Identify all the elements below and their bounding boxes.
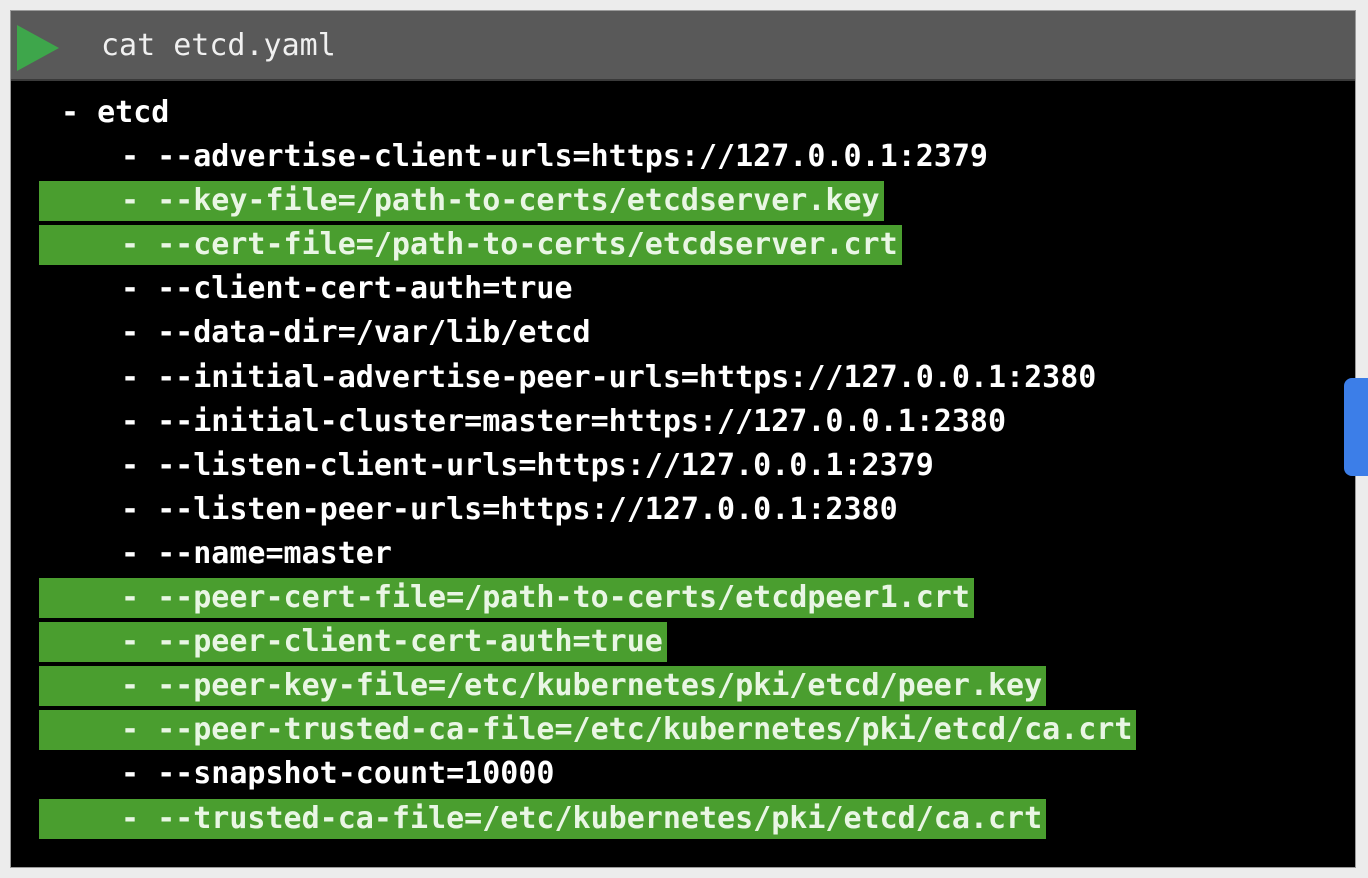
code-line: - --peer-client-cert-auth=true [11,620,1355,664]
code-line-text: - --snapshot-count=10000 [121,756,555,792]
code-line-text: - --peer-trusted-ca-file=/etc/kubernetes… [121,712,1133,748]
code-line-text: - --key-file=/path-to-certs/etcdserver.k… [121,183,880,219]
yaml-output: - etcd - --advertise-client-urls=https://… [11,91,1355,841]
code-line: - --initial-advertise-peer-urls=https://… [11,356,1355,400]
code-line: - --name=master [11,532,1355,576]
code-line: - --peer-trusted-ca-file=/etc/kubernetes… [11,708,1355,752]
code-line: - --client-cert-auth=true [11,267,1355,311]
code-line-text: - --peer-cert-file=/path-to-certs/etcdpe… [121,580,970,616]
code-line: - --listen-peer-urls=https://127.0.0.1:2… [11,488,1355,532]
code-line-text: - --peer-client-cert-auth=true [121,624,663,660]
code-line: - --key-file=/path-to-certs/etcdserver.k… [11,179,1355,223]
code-line: - etcd [11,91,1355,135]
play-icon [17,25,59,71]
code-line: - --listen-client-urls=https://127.0.0.1… [11,444,1355,488]
code-line-text: - --advertise-client-urls=https://127.0.… [121,139,988,175]
code-line: - --data-dir=/var/lib/etcd [11,311,1355,355]
code-line-text: - --cert-file=/path-to-certs/etcdserver.… [121,227,898,263]
code-line-text: - --name=master [121,535,392,571]
code-line: - --snapshot-count=10000 [11,752,1355,796]
code-line-text: - --data-dir=/var/lib/etcd [121,315,591,351]
code-line-text: - --listen-peer-urls=https://127.0.0.1:2… [121,491,898,527]
code-line: - --initial-cluster=master=https://127.0… [11,400,1355,444]
code-line: - --advertise-client-urls=https://127.0.… [11,135,1355,179]
code-line-text: - --initial-cluster=master=https://127.0… [121,403,1007,439]
side-tab-button[interactable] [1344,378,1368,476]
code-line: - --trusted-ca-file=/etc/kubernetes/pki/… [11,797,1355,841]
terminal-window: cat etcd.yaml - etcd - --advertise-client… [10,10,1356,868]
command-text: cat etcd.yaml [101,28,336,63]
code-line: - --cert-file=/path-to-certs/etcdserver.… [11,223,1355,267]
code-line-text: - --client-cert-auth=true [121,271,573,307]
code-line: - --peer-key-file=/etc/kubernetes/pki/et… [11,664,1355,708]
command-bar: cat etcd.yaml [11,11,1355,81]
code-line-text: - --peer-key-file=/etc/kubernetes/pki/et… [121,668,1043,704]
code-line-text: - --trusted-ca-file=/etc/kubernetes/pki/… [121,800,1043,836]
code-line-text: - --listen-client-urls=https://127.0.0.1… [121,447,934,483]
code-line-text: - --initial-advertise-peer-urls=https://… [121,359,1097,395]
code-line: - --peer-cert-file=/path-to-certs/etcdpe… [11,576,1355,620]
code-line-text: - etcd [61,95,170,130]
